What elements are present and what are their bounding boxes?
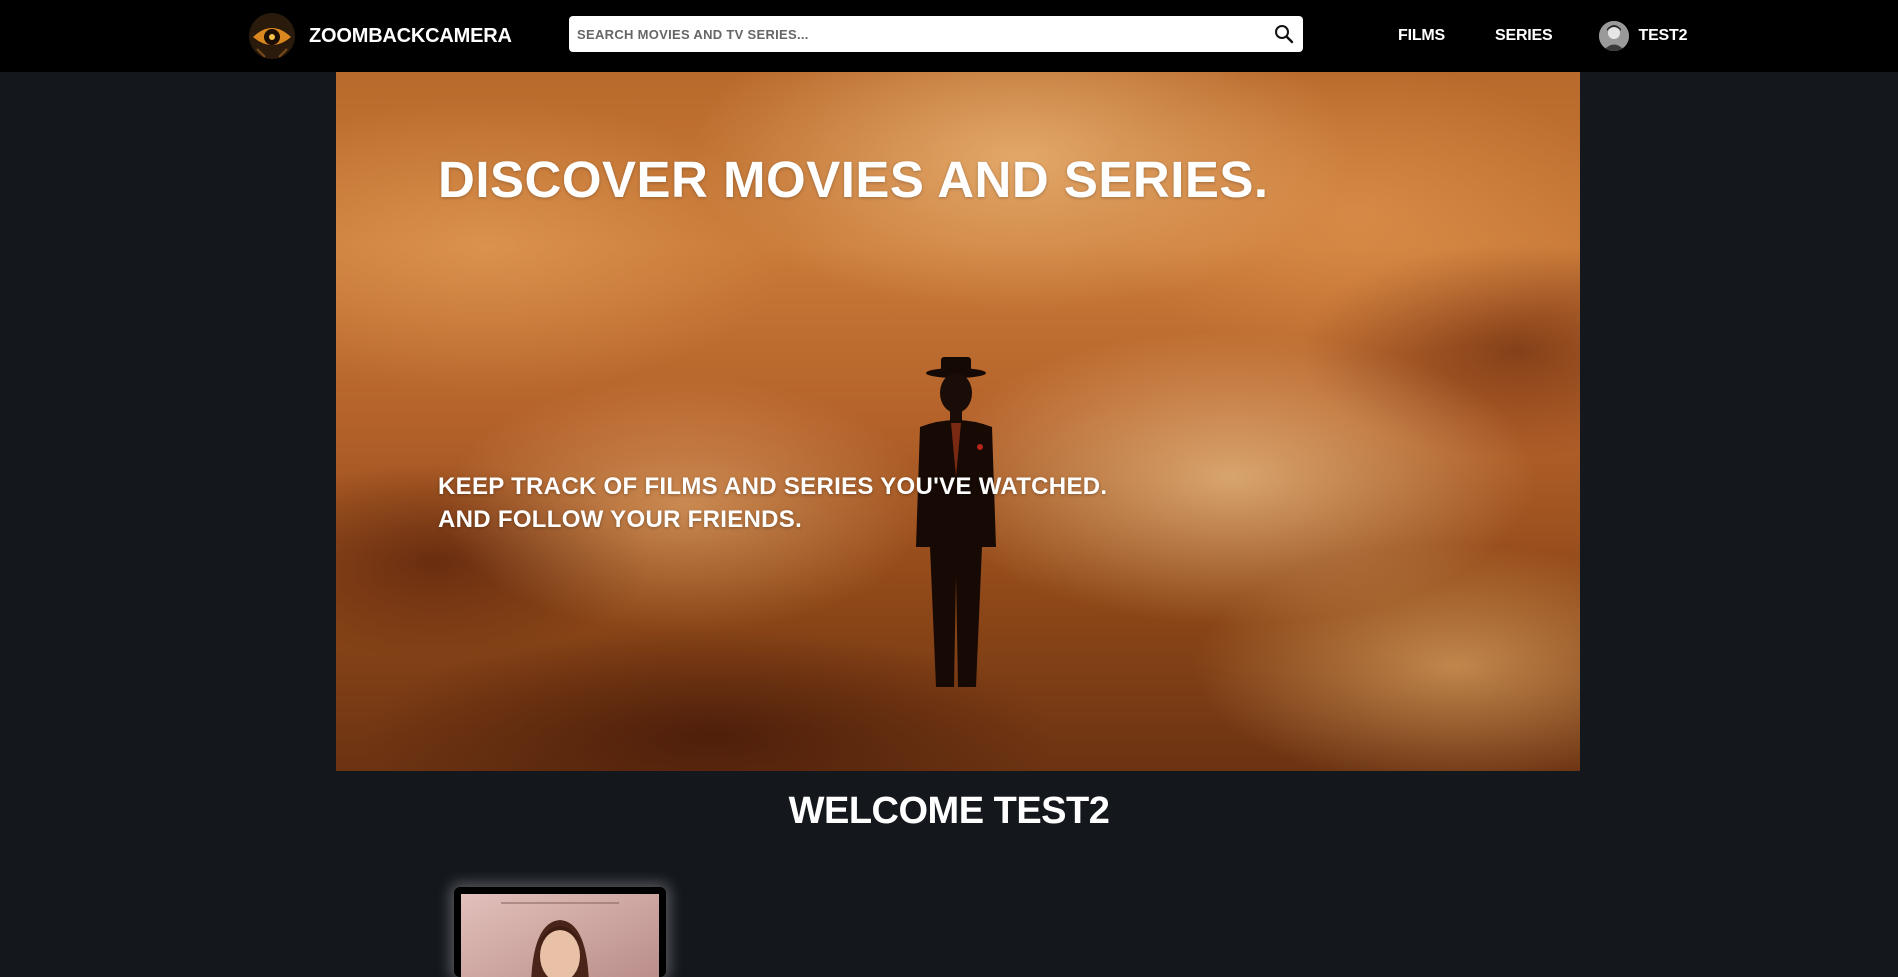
- search-icon[interactable]: [1269, 19, 1299, 49]
- search-bar: [569, 16, 1303, 52]
- top-navbar: ZOOMBACKCAMERA FILMS SERIES TEST2: [0, 0, 1898, 72]
- user-name: TEST2: [1638, 27, 1688, 44]
- hero-banner: DISCOVER MOVIES AND SERIES. KEEP TRACK O…: [336, 72, 1580, 771]
- hero-subtitle-line-2: AND FOLLOW YOUR FRIENDS.: [438, 506, 803, 533]
- brand-name: ZOOMBACKCAMERA: [309, 24, 512, 47]
- nav-links: FILMS SERIES TEST2: [1398, 0, 1687, 72]
- nav-series-link[interactable]: SERIES: [1495, 27, 1553, 45]
- hero-subtitle-line-1: KEEP TRACK OF FILMS AND SERIES YOU'VE WA…: [438, 473, 1108, 500]
- user-menu[interactable]: TEST2: [1598, 21, 1688, 51]
- hero-title: DISCOVER MOVIES AND SERIES.: [438, 151, 1269, 208]
- nav-films-link[interactable]: FILMS: [1398, 27, 1445, 45]
- brand-home-link[interactable]: ZOOMBACKCAMERA: [247, 9, 512, 63]
- search-input[interactable]: [569, 16, 1269, 52]
- hero-subtitle: KEEP TRACK OF FILMS AND SERIES YOU'VE WA…: [438, 470, 1107, 536]
- movie-poster-card[interactable]: [454, 887, 666, 977]
- movie-poster-image: [461, 894, 659, 977]
- eye-icon: [247, 11, 297, 61]
- avatar: [1598, 21, 1629, 51]
- welcome-heading: WELCOME TEST2: [788, 790, 1110, 832]
